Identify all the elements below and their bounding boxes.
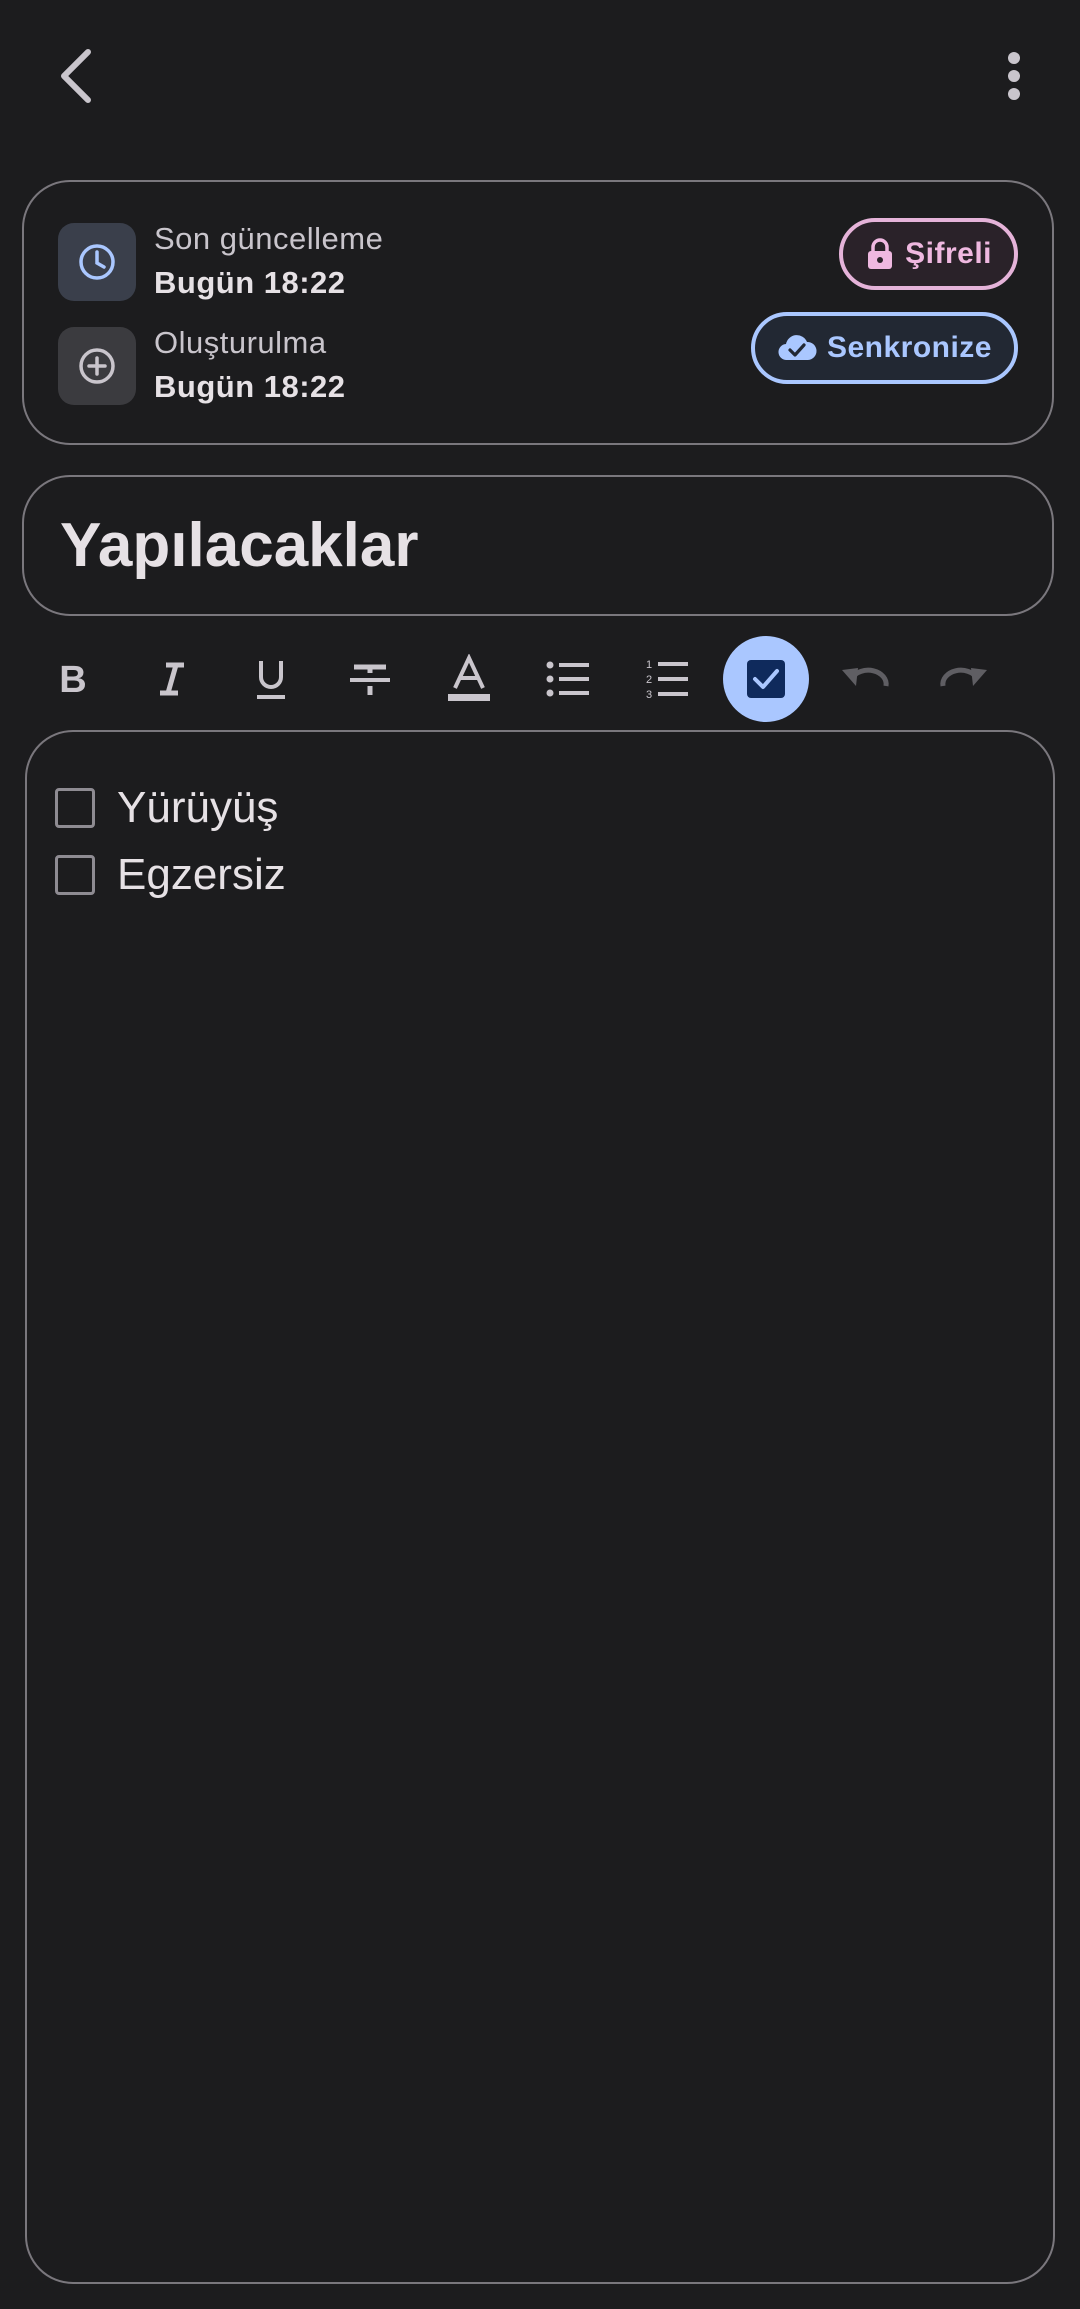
last-updated-label: Son güncelleme: [154, 221, 384, 256]
undo-button[interactable]: [822, 636, 908, 722]
svg-text:2: 2: [646, 674, 652, 686]
checkbox[interactable]: [55, 855, 95, 895]
note-title: Yapılacaklar: [60, 511, 419, 580]
note-title-field[interactable]: Yapılacaklar: [22, 475, 1054, 616]
created-row: Oluşturulma Bugün 18:22: [58, 325, 346, 406]
created-label: Oluşturulma: [154, 325, 327, 360]
redo-button[interactable]: [921, 636, 1007, 722]
underline-icon: [257, 661, 285, 699]
svg-text:B: B: [59, 659, 86, 699]
bold-button[interactable]: B: [30, 636, 116, 722]
redo-icon: [940, 667, 987, 687]
checklist-button[interactable]: [723, 636, 809, 722]
lock-icon: [868, 238, 893, 269]
underline-button[interactable]: [228, 636, 314, 722]
text-color-button[interactable]: [426, 636, 512, 722]
more-options-button[interactable]: [978, 40, 1050, 112]
chevron-left-icon: [61, 49, 91, 103]
sync-chip[interactable]: Senkronize: [750, 312, 1018, 384]
italic-icon: [160, 662, 184, 696]
bullet-list-icon: [546, 661, 589, 697]
note-content-editor[interactable]: [25, 730, 1055, 2284]
bullet-list-button[interactable]: [525, 636, 611, 722]
numbered-list-icon: 1 2 3: [646, 659, 688, 700]
clock-icon: [79, 244, 115, 280]
last-updated-row: Son güncelleme Bugün 18:22: [58, 221, 383, 302]
encrypted-chip-label: Şifreli: [905, 237, 992, 270]
created-value: Bugün 18:22: [154, 369, 346, 404]
clock-icon-box: [58, 223, 136, 301]
svg-text:3: 3: [646, 689, 652, 700]
note-info-card: Son güncelleme Bugün 18:22 Oluşturulma B…: [22, 180, 1054, 445]
bold-icon: B: [59, 659, 86, 699]
text-color-icon: [448, 654, 490, 701]
checklist-item[interactable]: Egzersiz: [55, 845, 286, 905]
checklist-item-label: Yürüyüş: [117, 783, 279, 832]
add-circle-icon: [79, 348, 115, 384]
formatting-toolbar: B 1 2 3: [30, 636, 1050, 726]
encrypted-chip[interactable]: Şifreli: [839, 218, 1018, 290]
checklist-icon: [747, 660, 785, 698]
italic-button[interactable]: [129, 636, 215, 722]
more-vertical-icon: [1008, 52, 1020, 100]
last-updated-value: Bugün 18:22: [154, 265, 346, 300]
checklist-item-label: Egzersiz: [117, 850, 286, 899]
checklist-item[interactable]: Yürüyüş: [55, 778, 278, 838]
svg-text:1: 1: [646, 659, 652, 671]
cloud-done-icon: [778, 335, 817, 361]
sync-chip-label: Senkronize: [826, 331, 992, 364]
strikethrough-button[interactable]: [327, 636, 413, 722]
numbered-list-button[interactable]: 1 2 3: [624, 636, 710, 722]
checkbox[interactable]: [55, 788, 95, 828]
back-button[interactable]: [40, 40, 112, 112]
strikethrough-icon: [350, 664, 390, 695]
undo-icon: [842, 667, 889, 687]
top-app-bar: [0, 0, 1080, 160]
add-circle-icon-box: [58, 327, 136, 405]
